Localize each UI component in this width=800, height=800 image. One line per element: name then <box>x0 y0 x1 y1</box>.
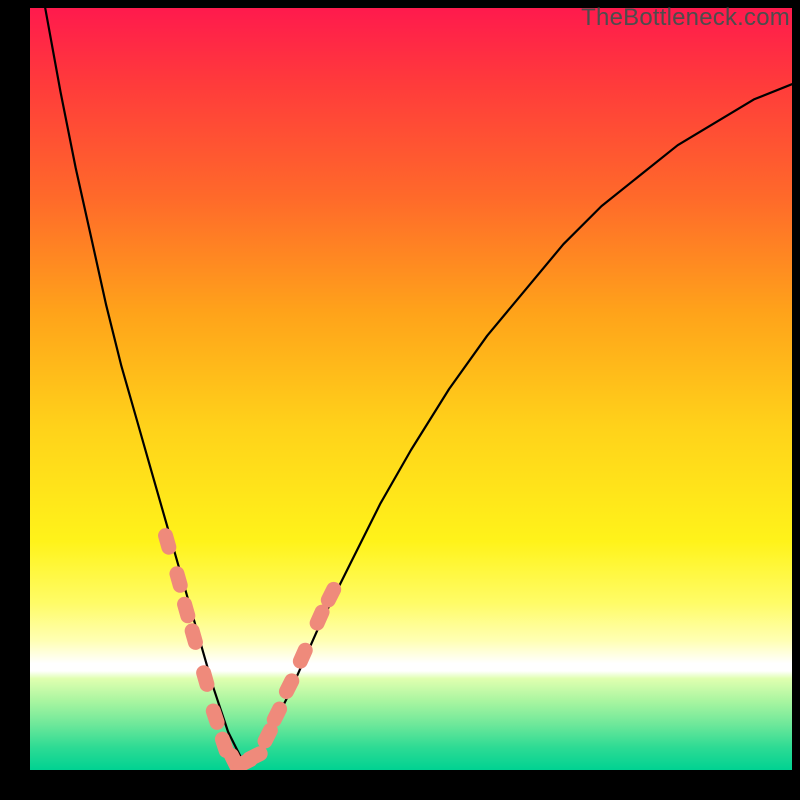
plot-svg <box>30 8 792 770</box>
watermark-text: TheBottleneck.com <box>581 4 790 32</box>
marker <box>157 527 178 556</box>
marker <box>176 596 197 625</box>
marker <box>291 641 314 670</box>
plot-area <box>30 8 792 770</box>
highlight-markers <box>157 527 343 770</box>
chart-frame: TheBottleneck.com <box>0 0 800 800</box>
bottleneck-curve <box>30 8 792 762</box>
marker <box>168 565 189 594</box>
marker <box>195 664 216 693</box>
marker <box>184 622 205 651</box>
marker <box>204 702 225 731</box>
